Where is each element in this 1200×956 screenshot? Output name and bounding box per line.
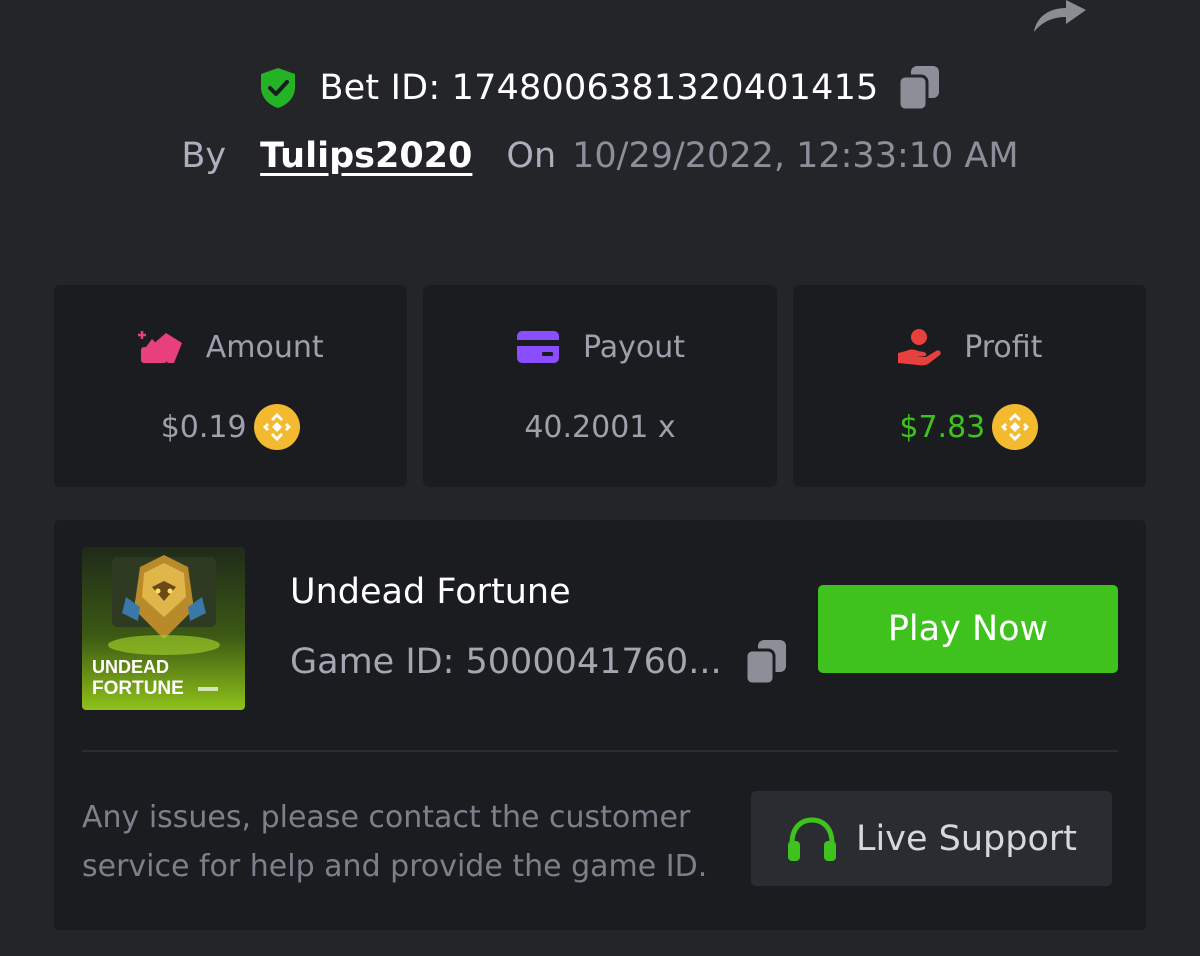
- stat-card-profit: Profit $7.83: [792, 285, 1146, 487]
- stat-value-profit: $7.83: [899, 409, 986, 445]
- bnb-coin-icon: [992, 404, 1039, 450]
- shield-check-icon: [261, 68, 296, 108]
- copy-icon[interactable]: [744, 638, 788, 686]
- divider: [82, 750, 1118, 752]
- live-support-button[interactable]: Live Support: [751, 791, 1112, 886]
- game-id: Game ID: 5000041760...: [290, 642, 722, 682]
- stats-row: Amount $0.19 Payout 40.2001 x Profit $7.…: [54, 285, 1146, 487]
- hand-user-icon: [898, 329, 941, 366]
- bnb-coin-icon: [253, 404, 300, 450]
- stat-label-amount: Amount: [205, 329, 324, 365]
- credit-card-icon: [516, 331, 559, 363]
- game-name: Undead Fortune: [290, 572, 571, 612]
- bet-date: 10/29/2022, 12:33:10 AM: [572, 136, 1019, 176]
- game-panel: UNDEAD FORTUNE Undead Fortune Game ID: 5…: [54, 520, 1146, 930]
- stat-value-payout: 40.2001 x: [524, 409, 676, 445]
- play-now-button[interactable]: Play Now: [818, 585, 1118, 673]
- game-thumbnail[interactable]: UNDEAD FORTUNE: [82, 547, 245, 710]
- headset-icon: [788, 816, 837, 861]
- by-label: By: [181, 136, 227, 176]
- author-row: By Tulips2020 On 10/29/2022, 12:33:10 AM: [0, 136, 1200, 176]
- stat-value-amount: $0.19: [160, 409, 247, 445]
- coins-icon: [137, 331, 182, 363]
- stat-card-payout: Payout 40.2001 x: [423, 285, 777, 487]
- copy-icon[interactable]: [897, 64, 941, 112]
- game-id-row: Game ID: 5000041760...: [290, 638, 788, 686]
- bet-id: Bet ID: 1748006381320401415: [319, 68, 879, 108]
- svg-text:UNDEAD: UNDEAD: [92, 657, 169, 677]
- game-thumbnail-art: UNDEAD FORTUNE: [82, 547, 245, 710]
- live-support-label: Live Support: [856, 818, 1077, 859]
- stat-label-payout: Payout: [582, 329, 685, 365]
- stat-card-amount: Amount $0.19: [54, 285, 408, 487]
- stat-label-profit: Profit: [964, 329, 1043, 365]
- share-icon[interactable]: [1030, 0, 1088, 34]
- help-text: Any issues, please contact the customer …: [82, 800, 708, 884]
- on-label: On: [506, 136, 557, 176]
- username-link[interactable]: Tulips2020: [260, 136, 472, 176]
- svg-text:FORTUNE: FORTUNE: [92, 678, 184, 699]
- bet-id-row: Bet ID: 1748006381320401415: [0, 64, 1200, 112]
